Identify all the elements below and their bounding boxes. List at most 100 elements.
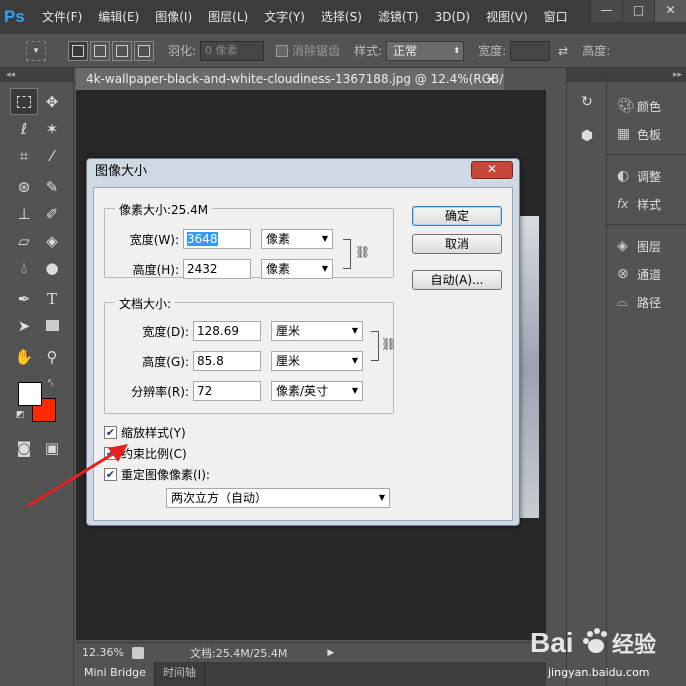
close-window-button[interactable]: ✕ — [654, 0, 686, 22]
eyedropper-tool-icon[interactable]: ⁄ — [38, 142, 66, 169]
marquee-preset-button[interactable]: ▾ — [26, 40, 46, 61]
document-tab[interactable]: 4k-wallpaper-black-and-white-cloudiness-… — [76, 68, 504, 90]
panel-layers[interactable]: ◈ 图层 — [607, 232, 686, 260]
pixel-width-unit-select[interactable]: 像素 ▼ — [261, 229, 333, 249]
svg-text:经验: 经验 — [612, 632, 656, 658]
spot-healing-tool-icon[interactable]: ⊛ — [10, 173, 38, 200]
swatches-icon: ▦ — [617, 126, 631, 142]
zoom-tool-icon[interactable]: ⚲ — [38, 343, 66, 370]
type-tool-icon[interactable]: T — [38, 285, 66, 312]
eraser-tool-icon[interactable]: ▱ — [10, 227, 38, 254]
menu-3d[interactable]: 3D(D) — [427, 0, 478, 34]
foreground-color-swatch[interactable] — [18, 382, 42, 406]
dialog-title[interactable]: 图像大小 — [87, 159, 519, 187]
minimize-button[interactable]: — — [590, 0, 622, 22]
swap-colors-icon[interactable]: ⤣ — [48, 378, 54, 389]
panel-paths[interactable]: ⌓ 路径 — [607, 288, 686, 316]
menu-image[interactable]: 图像(I) — [147, 0, 200, 34]
feather-input[interactable]: 0 像素 — [200, 40, 265, 61]
path-selection-tool-icon[interactable]: ➤ — [10, 312, 38, 339]
antialias-checkbox[interactable] — [276, 44, 289, 57]
menu-layer[interactable]: 图层(L) — [200, 0, 256, 34]
new-selection-button[interactable] — [68, 40, 88, 61]
maximize-button[interactable]: □ — [622, 0, 654, 22]
panel-adjustments[interactable]: ◐ 调整 — [607, 162, 686, 190]
baidu-jingyan-logo: Bai 经验 — [530, 622, 680, 662]
watermark-url: jingyan.baidu.com — [548, 666, 650, 679]
doc-width-unit: 厘米 — [276, 324, 301, 338]
menu-filter[interactable]: 滤镜(T) — [370, 0, 427, 34]
scale-styles-checkbox[interactable]: ✔ — [104, 426, 117, 439]
cancel-button[interactable]: 取消 — [412, 234, 502, 254]
document-tab-close-icon[interactable]: × — [486, 68, 496, 90]
panels-collapse-icon[interactable]: ▸▸ — [607, 68, 686, 82]
menu-file[interactable]: 文件(F) — [34, 0, 90, 34]
status-menu-icon[interactable] — [132, 646, 144, 659]
panel-swatches-label: 色板 — [637, 127, 662, 142]
brush-tool-icon[interactable]: ✎ — [38, 173, 66, 200]
panel-channels[interactable]: ⊗ 通道 — [607, 260, 686, 288]
status-arrow-icon[interactable]: ▶ — [327, 648, 334, 658]
tab-timeline[interactable]: 时间轴 — [155, 662, 205, 686]
chevron-down-icon: ▼ — [378, 493, 385, 502]
pixel-width-input[interactable]: 3648 — [183, 229, 251, 249]
doc-link-brace — [371, 331, 379, 361]
zoom-level[interactable]: 12.36% — [82, 646, 126, 659]
magic-wand-tool-icon[interactable]: ✶ — [38, 115, 66, 142]
marquee-tool-icon[interactable] — [10, 88, 38, 115]
options-bar: ▾ 羽化: 0 像素 消除锯齿 样式: 正常 ⬍ 宽度: ⇄ 高度: — [0, 34, 686, 68]
menu-window[interactable]: 窗口 — [536, 0, 576, 34]
pixel-link-brace — [343, 239, 351, 269]
menu-edit[interactable]: 编辑(E) — [90, 0, 147, 34]
paths-icon: ⌓ — [617, 294, 629, 310]
resolution-unit-select[interactable]: 像素/英寸 ▼ — [271, 381, 363, 401]
dodge-tool-icon[interactable]: ● — [38, 254, 66, 281]
panel-styles[interactable]: fx 样式 — [607, 190, 686, 218]
lasso-tool-icon[interactable]: ℓ — [10, 115, 38, 142]
menu-select[interactable]: 选择(S) — [313, 0, 370, 34]
resample-method-select[interactable]: 两次立方（自动） ▼ — [166, 488, 390, 508]
menu-type[interactable]: 文字(Y) — [256, 0, 313, 34]
paint-bucket-tool-icon[interactable]: ◈ — [38, 227, 66, 254]
strip-collapse-icon[interactable] — [567, 68, 606, 82]
history-brush-tool-icon[interactable]: ✐ — [38, 200, 66, 227]
default-colors-icon[interactable]: ◩ — [16, 410, 25, 420]
subtract-selection-button[interactable] — [112, 40, 132, 61]
pen-tool-icon[interactable]: ✒ — [10, 285, 38, 312]
panel-color[interactable]: 🎨︎ 颜色 — [607, 92, 686, 120]
resolution-unit: 像素/英寸 — [276, 384, 329, 398]
intersect-selection-button[interactable] — [134, 40, 154, 61]
dialog-body: 像素大小:25.4M 宽度(W): 3648 像素 ▼ 高度(H): 2432 像… — [93, 187, 513, 521]
window-controls: — □ ✕ — [590, 0, 686, 22]
menu-view[interactable]: 视图(V) — [478, 0, 536, 34]
ok-button[interactable]: 确定 — [412, 206, 502, 226]
dialog-close-button[interactable]: ✕ — [471, 161, 513, 179]
stamp-tool-icon[interactable]: ⊥ — [10, 200, 38, 227]
pixel-height-input[interactable]: 2432 — [183, 259, 251, 279]
rectangle-tool-icon[interactable] — [38, 312, 66, 339]
scale-styles-option[interactable]: ✔ 缩放样式(Y) — [104, 424, 186, 441]
doc-width-unit-select[interactable]: 厘米 ▼ — [271, 321, 363, 341]
history-panel-icon[interactable]: ↻ — [573, 88, 601, 116]
swap-icon[interactable]: ⇄ — [558, 44, 568, 58]
doc-width-input[interactable]: 128.69 — [193, 321, 261, 341]
antialias-label: 消除锯齿 — [292, 44, 341, 58]
doc-height-unit-select[interactable]: 厘米 ▼ — [271, 351, 363, 371]
crop-tool-icon[interactable]: ⌗ — [10, 142, 38, 169]
blur-tool-icon[interactable]: 💧︎ — [10, 254, 38, 281]
move-tool-icon[interactable]: ✥ — [38, 88, 66, 115]
doc-height-input[interactable]: 85.8 — [193, 351, 261, 371]
resolution-input[interactable]: 72 — [193, 381, 261, 401]
tab-mini-bridge[interactable]: Mini Bridge — [76, 662, 155, 686]
hand-tool-icon[interactable]: ✋ — [10, 343, 38, 370]
3d-panel-icon[interactable]: ⬢ — [573, 122, 601, 150]
document-size-legend: 文档大小: — [115, 295, 176, 312]
tools-panel-collapse-icon[interactable]: ◂◂ — [0, 68, 73, 82]
style-select[interactable]: 正常 ⬍ — [386, 40, 465, 61]
panel-swatches[interactable]: ▦ 色板 — [607, 120, 686, 148]
style-label: 样式: — [354, 44, 383, 58]
pixel-height-unit-select[interactable]: 像素 ▼ — [261, 259, 333, 279]
add-selection-button[interactable] — [90, 40, 110, 61]
auto-button[interactable]: 自动(A)... — [412, 270, 502, 290]
width-input[interactable] — [510, 40, 551, 61]
